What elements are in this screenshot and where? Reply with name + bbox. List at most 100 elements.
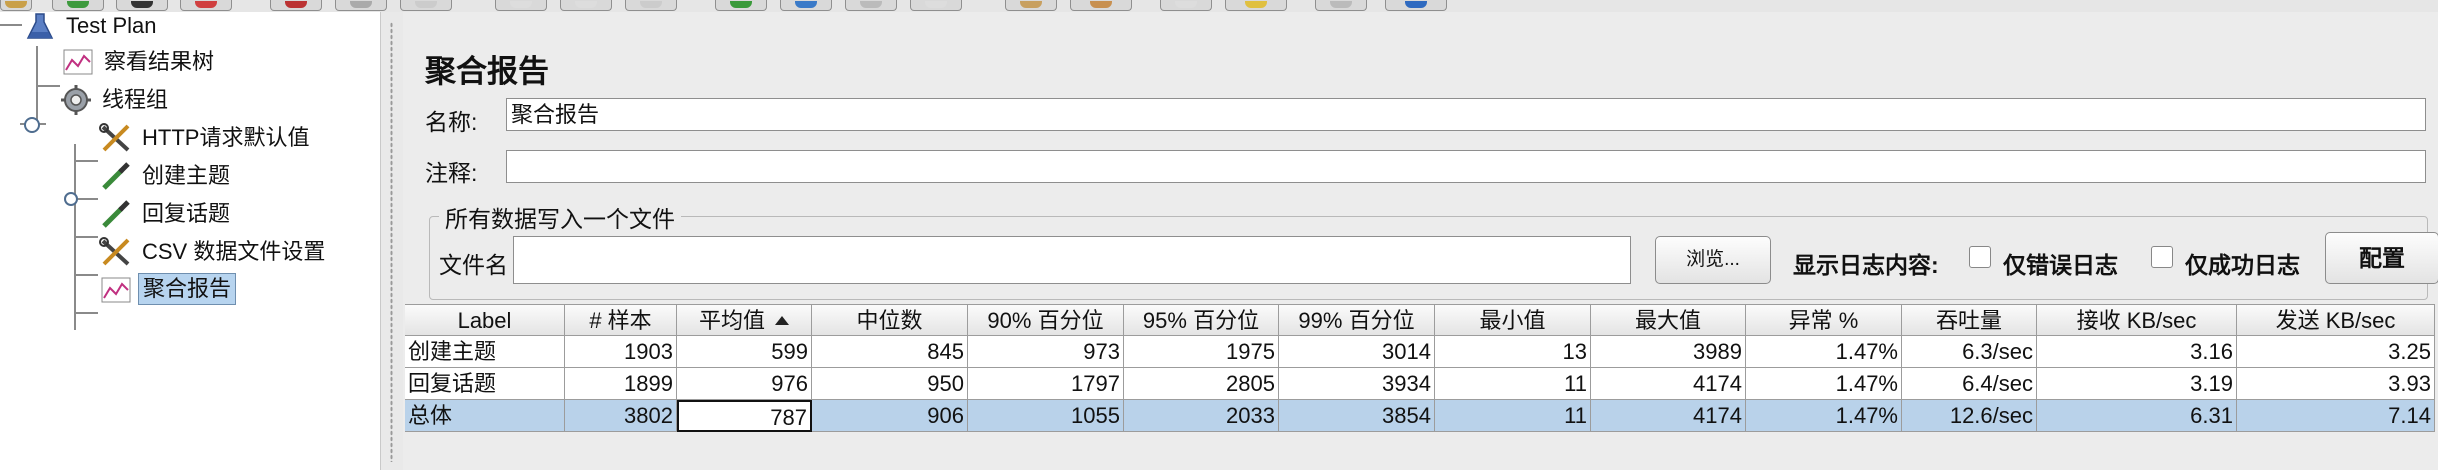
- success-only-checkbox[interactable]: [2151, 246, 2173, 268]
- column-header-throughput[interactable]: 吞吐量: [1902, 304, 2037, 336]
- table-cell[interactable]: 12.6/sec: [1902, 400, 2037, 432]
- table-cell[interactable]: 总体: [405, 400, 565, 432]
- table-cell[interactable]: 1797: [968, 368, 1124, 400]
- table-cell[interactable]: 973: [968, 336, 1124, 368]
- table-cell[interactable]: 3.93: [2237, 368, 2435, 400]
- column-header-label[interactable]: Label: [405, 304, 565, 336]
- table-cell[interactable]: 1.47%: [1746, 368, 1902, 400]
- panel-splitter[interactable]: [380, 12, 404, 470]
- table-cell[interactable]: 950: [812, 368, 968, 400]
- column-header-text: 发送 KB/sec: [2275, 308, 2396, 333]
- focused-table-cell[interactable]: 787: [677, 400, 812, 432]
- success-only-label: 仅成功日志: [2185, 252, 2300, 278]
- table-cell[interactable]: 3.16: [2037, 336, 2237, 368]
- column-header-90-percentile[interactable]: 90% 百分位: [968, 304, 1124, 336]
- column-header-95-percentile[interactable]: 95% 百分位: [1124, 304, 1279, 336]
- tree-item-thread-group[interactable]: 线程组: [58, 82, 258, 118]
- column-header-error-pct[interactable]: 异常 %: [1746, 304, 1902, 336]
- table-cell[interactable]: 3989: [1591, 336, 1746, 368]
- tree-item-csv-data-set[interactable]: CSV 数据文件设置: [98, 234, 378, 270]
- column-header-average[interactable]: 平均值: [677, 304, 812, 336]
- toolbar-button[interactable]: [560, 0, 612, 11]
- table-cell[interactable]: 599: [677, 336, 812, 368]
- toolbar-button[interactable]: [1225, 0, 1287, 11]
- toolbar-button[interactable]: [1315, 0, 1367, 11]
- column-header-sent-kb[interactable]: 发送 KB/sec: [2237, 304, 2435, 336]
- tree-item-label: 线程组: [102, 87, 169, 112]
- tree-connector: [74, 160, 98, 162]
- tree-item-aggregate-report[interactable]: 聚合报告: [98, 272, 298, 308]
- table-cell[interactable]: 3934: [1279, 368, 1435, 400]
- toolbar-button[interactable]: [780, 0, 832, 11]
- browse-button[interactable]: 浏览...: [1655, 236, 1771, 284]
- toolbar-button[interactable]: [1385, 0, 1447, 11]
- toolbar-button[interactable]: [495, 0, 547, 11]
- toolbar-button[interactable]: [1160, 0, 1212, 11]
- toolbar-button[interactable]: [1005, 0, 1057, 11]
- clear-all-icon: [1090, 1, 1112, 8]
- toolbar-button[interactable]: [910, 0, 962, 11]
- tree-item-reply-topic[interactable]: 回复话题: [98, 196, 318, 232]
- table-cell[interactable]: 2805: [1124, 368, 1279, 400]
- table-cell[interactable]: 1.47%: [1746, 336, 1902, 368]
- column-header-99-percentile[interactable]: 99% 百分位: [1279, 304, 1435, 336]
- toolbar-button[interactable]: [625, 0, 677, 11]
- table-cell[interactable]: 1055: [968, 400, 1124, 432]
- table-cell[interactable]: 6.31: [2037, 400, 2237, 432]
- thread-group-expander[interactable]: [24, 117, 40, 133]
- table-cell[interactable]: 11: [1435, 368, 1591, 400]
- toolbar-button[interactable]: [715, 0, 767, 11]
- column-header-text: 平均值: [698, 308, 765, 333]
- table-cell[interactable]: 3802: [565, 400, 677, 432]
- reset-search-icon: [1245, 1, 1267, 8]
- toolbar-button[interactable]: [845, 0, 897, 11]
- table-cell[interactable]: 13: [1435, 336, 1591, 368]
- table-cell[interactable]: 4174: [1591, 368, 1746, 400]
- tools-icon: [99, 123, 130, 152]
- table-cell[interactable]: 1975: [1124, 336, 1279, 368]
- column-header-received-kb[interactable]: 接收 KB/sec: [2037, 304, 2237, 336]
- name-field[interactable]: 聚合报告: [506, 98, 2426, 131]
- comment-field[interactable]: [506, 150, 2426, 183]
- stop-icon: [860, 1, 882, 8]
- help-icon: [1405, 1, 1427, 8]
- column-header-max[interactable]: 最大值: [1591, 304, 1746, 336]
- filename-field[interactable]: [513, 236, 1631, 284]
- table-cell[interactable]: 4174: [1591, 400, 1746, 432]
- table-cell[interactable]: 906: [812, 400, 968, 432]
- column-header-median[interactable]: 中位数: [812, 304, 968, 336]
- add-icon: [67, 1, 89, 8]
- table-cell[interactable]: 845: [812, 336, 968, 368]
- column-header-min[interactable]: 最小值: [1435, 304, 1591, 336]
- table-cell[interactable]: 976: [677, 368, 812, 400]
- table-cell[interactable]: 1903: [565, 336, 677, 368]
- configure-button[interactable]: 配置: [2325, 232, 2438, 284]
- table-cell[interactable]: 7.14: [2237, 400, 2435, 432]
- column-header-text: 吞吐量: [1935, 308, 2002, 333]
- column-header-text: # 样本: [589, 308, 652, 333]
- table-cell[interactable]: 1.47%: [1746, 400, 1902, 432]
- toolbar-button[interactable]: [335, 0, 387, 11]
- table-cell[interactable]: 2033: [1124, 400, 1279, 432]
- tree-item-test-plan[interactable]: Test Plan: [22, 8, 222, 44]
- tree-item-view-results-tree[interactable]: 察看结果树: [60, 44, 280, 80]
- errors-only-checkbox[interactable]: [1969, 246, 1991, 268]
- tree-item-http-defaults[interactable]: HTTP请求默认值: [98, 120, 378, 156]
- create-topic-expander[interactable]: [64, 192, 78, 206]
- toolbar-button[interactable]: [1070, 0, 1132, 11]
- table-cell[interactable]: 11: [1435, 400, 1591, 432]
- toolbar-button[interactable]: [400, 0, 452, 11]
- column-header-samples[interactable]: # 样本: [565, 304, 677, 336]
- table-cell[interactable]: 3854: [1279, 400, 1435, 432]
- table-cell[interactable]: 3014: [1279, 336, 1435, 368]
- table-cell[interactable]: 6.4/sec: [1902, 368, 2037, 400]
- table-cell[interactable]: 6.3/sec: [1902, 336, 2037, 368]
- table-cell[interactable]: 1899: [565, 368, 677, 400]
- gear-icon: [61, 85, 91, 115]
- table-cell[interactable]: 3.19: [2037, 368, 2237, 400]
- table-cell[interactable]: 创建主题: [405, 336, 565, 368]
- table-cell[interactable]: 回复话题: [405, 368, 565, 400]
- toolbar-button[interactable]: [270, 0, 322, 11]
- table-cell[interactable]: 3.25: [2237, 336, 2435, 368]
- tree-item-create-topic[interactable]: 创建主题: [98, 158, 318, 194]
